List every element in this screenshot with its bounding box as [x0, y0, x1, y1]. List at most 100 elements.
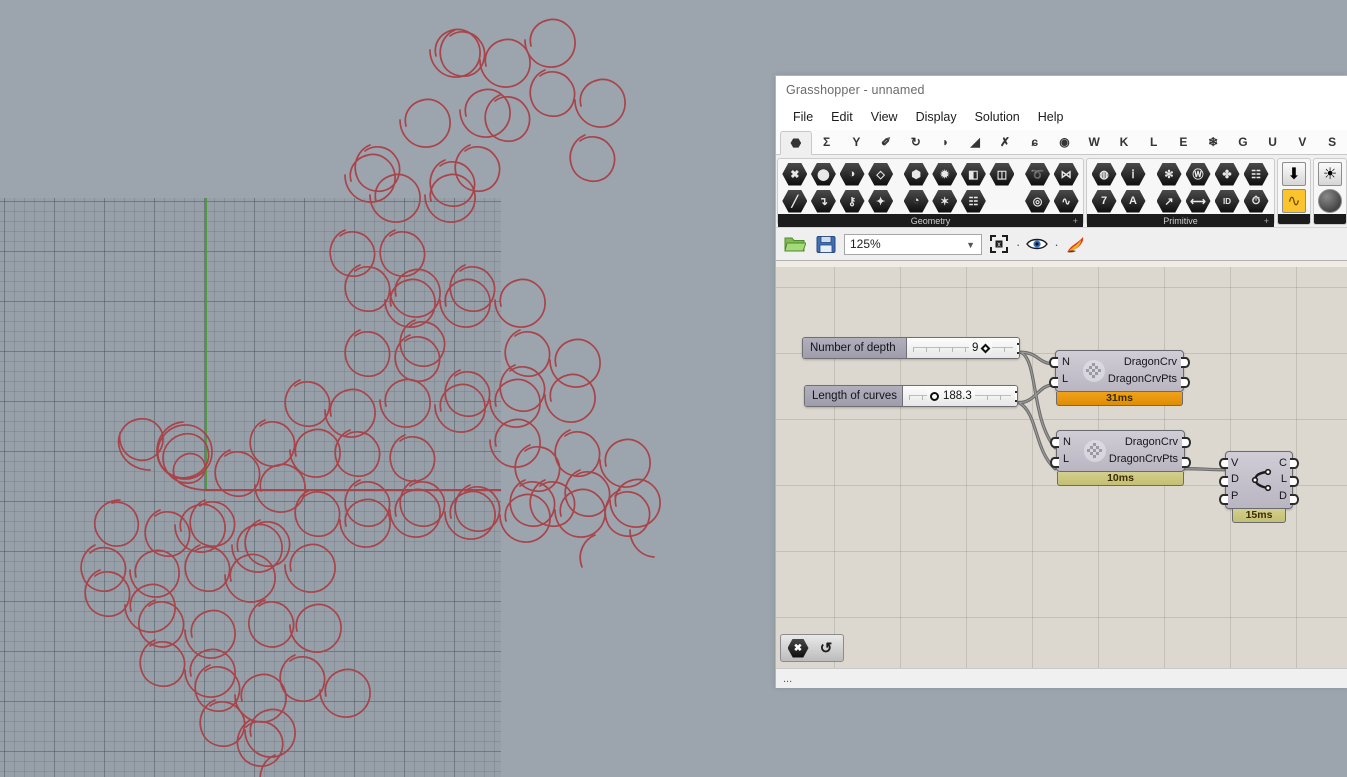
param-subd-icon[interactable]: ◔	[902, 188, 930, 214]
primitive-colour-icon[interactable]: ✻	[1155, 161, 1183, 187]
ribbon-expand-icon[interactable]: +	[1073, 214, 1078, 227]
sphere-icon[interactable]	[1317, 188, 1343, 214]
param-line-icon[interactable]: ╱	[781, 188, 809, 214]
component-dragoncrv-1-output-crv-port[interactable]	[1181, 357, 1190, 368]
tab-s[interactable]: S	[1317, 130, 1347, 154]
graph-mapper-icon[interactable]: ∿	[1281, 188, 1307, 214]
ribbon-expand-icon[interactable]: +	[1264, 214, 1269, 227]
tab-w[interactable]: W	[1079, 130, 1109, 154]
component-interpolate-curve[interactable]: V D P C L D 15ms	[1219, 451, 1299, 523]
tab-mesh[interactable]: ◢	[960, 130, 990, 154]
param-surface-icon[interactable]: ◧	[960, 161, 988, 187]
component-interpolate-curve-input-p-port[interactable]	[1219, 494, 1228, 505]
window-titlebar[interactable]: Grasshopper - unnamed	[776, 76, 1347, 104]
tab-l[interactable]: L	[1139, 130, 1169, 154]
tab-g[interactable]: G	[1228, 130, 1258, 154]
component-dragoncrv-2-output-crv-port[interactable]	[1182, 437, 1191, 448]
primitive-number-icon[interactable]: 7	[1090, 188, 1118, 214]
component-interpolate-curve-output-c-port[interactable]	[1290, 458, 1299, 469]
grasshopper-window[interactable]: Grasshopper - unnamed File Edit View Dis…	[775, 75, 1347, 688]
ribbon-group-geometry[interactable]: ✖ ⬤ ◑ ◇ ⬢ ✹ ◧ ◫ ➰ ⋈ ╱ ↴ ⚷ ✦ ◔ ✶ ☷ ◎ ∿ Ge…	[777, 158, 1084, 227]
component-interpolate-curve-input-d-port[interactable]	[1219, 476, 1228, 487]
file-toolbar[interactable]: 125% ▼ x · ·	[776, 227, 1347, 260]
slider-length-of-curves-output-port[interactable]	[1015, 391, 1017, 402]
primitive-guid-icon[interactable]: ID	[1213, 188, 1241, 214]
tab-curve[interactable]: ↻	[901, 130, 931, 154]
menu-display[interactable]: Display	[907, 107, 966, 127]
save-icon[interactable]	[813, 232, 839, 256]
ribbon-group-util-1[interactable]: ⬇ ∿	[1277, 158, 1311, 225]
component-dragoncrv-1-input-l-port[interactable]	[1049, 377, 1058, 388]
component-dragoncrv-1-output-pts-port[interactable]	[1181, 377, 1190, 388]
param-point-icon[interactable]: ⬤	[810, 161, 838, 187]
ribbon[interactable]: ✖ ⬤ ◑ ◇ ⬢ ✹ ◧ ◫ ➰ ⋈ ╱ ↴ ⚷ ✦ ◔ ✶ ☷ ◎ ∿ Ge…	[776, 155, 1347, 227]
slider-number-of-depth-knob[interactable]	[980, 343, 991, 353]
param-circle-icon[interactable]: ◑	[838, 161, 866, 187]
component-interpolate-curve-output-d-port[interactable]	[1290, 494, 1299, 505]
primitive-text-icon[interactable]: A	[1119, 188, 1147, 214]
primitive-matrix-icon[interactable]: ☷	[1242, 161, 1270, 187]
param-key-icon[interactable]: ⚷	[838, 188, 866, 214]
component-dragoncrv-2-output-pts-port[interactable]	[1182, 457, 1191, 468]
eye-preview-icon[interactable]	[1025, 233, 1049, 255]
slider-length-of-curves-track[interactable]: 188.3	[903, 386, 1017, 406]
param-transform-icon[interactable]: ✦	[867, 188, 895, 214]
primitive-time-icon[interactable]: ⏱	[1242, 188, 1270, 214]
canvas-mini-toolbar[interactable]: ✖ ↺	[780, 634, 844, 662]
abort-solution-icon[interactable]: ✖	[787, 638, 809, 658]
param-mesh-icon[interactable]: ✹	[931, 161, 959, 187]
ribbon-group-util-2[interactable]: ☀	[1313, 158, 1347, 225]
param-brep-icon[interactable]: ◫	[988, 161, 1016, 187]
component-interpolate-curve-input-v-port[interactable]	[1219, 458, 1228, 469]
slider-number-of-depth-track[interactable]: 9	[907, 338, 1019, 358]
ribbon-group-primitive[interactable]: ◍ ⅰ ✻ Ⓦ ✤ ☷ 7 A ↗ ⟷ ID ⏱ Primitive +	[1086, 158, 1275, 227]
param-wave-icon[interactable]: ∿	[1052, 188, 1080, 214]
tab-params[interactable]: ⬣	[780, 131, 812, 155]
menu-solution[interactable]: Solution	[966, 107, 1029, 127]
zoom-select[interactable]: 125% ▼	[844, 233, 982, 255]
slider-number-of-depth-output-port[interactable]	[1017, 343, 1019, 354]
param-box-icon[interactable]: ⬢	[902, 161, 930, 187]
slider-length-of-curves-knob[interactable]	[930, 391, 939, 401]
tab-snowflake[interactable]: ❄	[1198, 130, 1228, 154]
tab-sets[interactable]: Υ	[841, 130, 871, 154]
param-arc-icon[interactable]: ↴	[810, 188, 838, 214]
widget-display-icon[interactable]: x	[987, 233, 1011, 255]
component-dragoncrv-1-input-n-port[interactable]	[1049, 357, 1058, 368]
menu-view[interactable]: View	[862, 107, 907, 127]
tab-k[interactable]: K	[1109, 130, 1139, 154]
param-text-icon[interactable]: ☷	[960, 188, 988, 214]
menu-edit[interactable]: Edit	[822, 107, 862, 127]
primitive-complex-icon[interactable]: ✤	[1213, 161, 1241, 187]
menu-bar[interactable]: File Edit View Display Solution Help	[776, 104, 1347, 130]
solution-flame-icon[interactable]	[1064, 233, 1090, 255]
ribbon-tab-strip[interactable]: ⬣ Σ Υ ✐ ↻ ◗ ◢ ✗ ɕ ◉ W K L E ❄ G U V S	[776, 130, 1347, 155]
param-curve-icon[interactable]: ➰	[1024, 161, 1052, 187]
primitive-integer-icon[interactable]: ⅰ	[1119, 161, 1147, 187]
tab-maths[interactable]: Σ	[812, 130, 842, 154]
tab-intersect[interactable]: ✗	[990, 130, 1020, 154]
param-plane-icon[interactable]: ◇	[867, 161, 895, 187]
menu-help[interactable]: Help	[1029, 107, 1073, 127]
menu-file[interactable]: File	[784, 107, 822, 127]
tab-vector[interactable]: ✐	[871, 130, 901, 154]
slider-length-of-curves[interactable]: Length of curves 188.3	[804, 385, 1018, 407]
folder-open-icon[interactable]	[782, 232, 808, 256]
component-dragoncrv-2[interactable]: N L DragonCrv DragonCrvPts 10ms	[1050, 430, 1191, 486]
recompute-icon[interactable]: ↺	[816, 639, 837, 658]
tab-e[interactable]: E	[1169, 130, 1199, 154]
primitive-boolean-icon[interactable]: ◍	[1090, 161, 1118, 187]
primitive-path-icon[interactable]: ↗	[1155, 188, 1183, 214]
param-field-icon[interactable]: ✶	[931, 188, 959, 214]
tab-v[interactable]: V	[1287, 130, 1317, 154]
tab-u[interactable]: U	[1258, 130, 1288, 154]
primitive-interval-icon[interactable]: ⟷	[1184, 188, 1212, 214]
tab-surface[interactable]: ◗	[931, 130, 961, 154]
param-geometry-icon[interactable]: ✖	[781, 161, 809, 187]
component-dragoncrv-2-input-n-port[interactable]	[1050, 437, 1059, 448]
component-interpolate-curve-output-l-port[interactable]	[1290, 476, 1299, 487]
primitive-culture-icon[interactable]: Ⓦ	[1184, 161, 1212, 187]
bake-icon[interactable]: ⬇	[1281, 161, 1307, 187]
component-dragoncrv-2-input-l-port[interactable]	[1050, 457, 1059, 468]
param-vector-icon[interactable]: ⋈	[1052, 161, 1080, 187]
